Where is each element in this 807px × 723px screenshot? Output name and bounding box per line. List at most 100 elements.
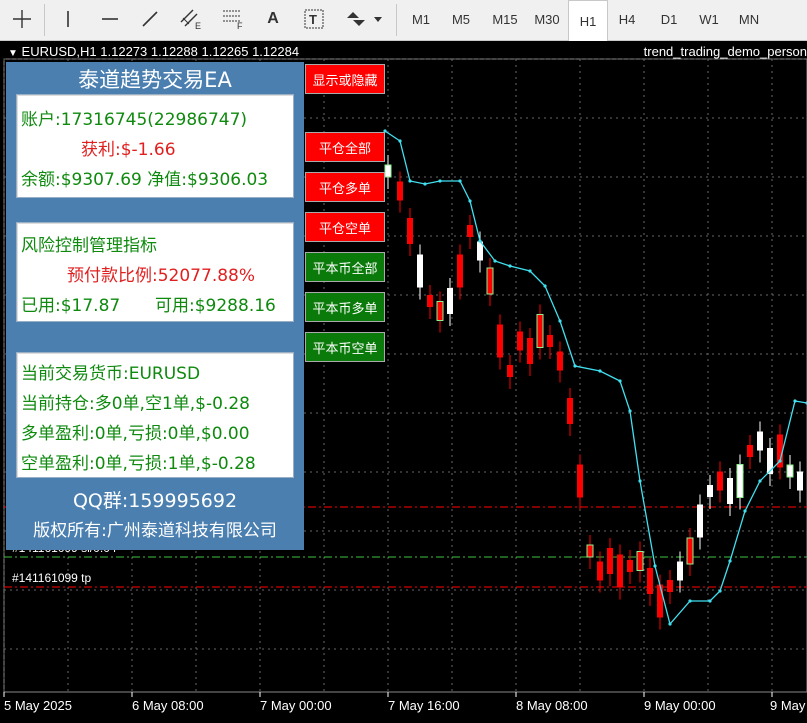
timeframe-w1-button[interactable]: W1 (690, 6, 728, 32)
horizontal-line-icon[interactable] (96, 6, 124, 32)
crosshair-icon[interactable] (8, 6, 36, 32)
chart-title: ▼ EURUSD,H1 1.12273 1.12288 1.12265 1.12… (8, 44, 299, 59)
candle-body (617, 554, 623, 588)
trailing-stop-dot (668, 622, 672, 626)
balance-label: 余额: (21, 170, 61, 190)
trailing-stop-dot (508, 264, 512, 268)
trailing-stop-dot (618, 379, 622, 383)
equity-value: $9306.03 (187, 170, 269, 190)
timeframe-d1-button[interactable]: D1 (650, 6, 688, 32)
free-label: 可用: (155, 296, 195, 316)
candle-body (407, 218, 413, 244)
candle-body (486, 267, 494, 295)
long-label: 多单盈利: (21, 424, 95, 444)
x-label: 6 May 08:00 (132, 698, 204, 713)
trailing-stop-dot (758, 479, 762, 483)
timeframe-m1-button[interactable]: M1 (402, 6, 440, 32)
risk-title: 风险控制管理指标 (21, 236, 157, 256)
trailing-stop-dot (528, 269, 532, 273)
balance-row: 余额:$9307.69 净值:$9306.03 (21, 165, 268, 190)
margin-free-row: 可用:$9288.16 (155, 291, 276, 316)
equidistant-channel-icon[interactable]: E (176, 6, 206, 32)
candle-body (667, 580, 673, 592)
candle-body (457, 254, 463, 288)
timeframe-m30-button[interactable]: M30 (526, 6, 568, 32)
short-value: 0单,亏损:1单,$-0.28 (94, 454, 256, 474)
candle-body (727, 478, 733, 504)
positions-value: 多0单,空1单,$-0.28 (94, 394, 250, 414)
qq-group: QQ群:159995692 (72, 490, 238, 512)
margin-ratio-row: 预付款比例:52077.88% (67, 261, 255, 286)
candle-body (467, 225, 473, 237)
close-short-button[interactable]: 平仓空单 (305, 212, 385, 242)
timeframe-mn-button[interactable]: MN (730, 6, 768, 32)
trailing-stop-line (384, 130, 807, 626)
text-tool-icon[interactable]: A (260, 6, 286, 32)
candle-body (707, 485, 713, 497)
profit-row: 获利:$-1.66 (81, 135, 176, 160)
short-label: 空单盈利: (21, 454, 95, 474)
trailing-stop-dot (708, 599, 712, 603)
candle-body (757, 431, 763, 451)
arrows-dropdown-icon[interactable] (342, 6, 386, 32)
equity-label: 净值: (147, 170, 187, 190)
symbol-row: 当前交易货币:EURUSD (21, 359, 200, 384)
trailing-stop-dot (793, 399, 797, 403)
svg-text:F: F (237, 21, 243, 30)
positions-row: 当前持仓:多0单,空1单,$-0.28 (21, 389, 250, 414)
chart-title-text: EURUSD,H1 1.12273 1.12288 1.12265 1.1228… (21, 44, 300, 59)
x-label: 8 May 08:00 (516, 698, 588, 713)
toggle-panel-button[interactable]: 显示或隐藏 (305, 64, 385, 94)
profit-value: $-1.66 (120, 140, 176, 160)
fibonacci-icon[interactable]: F (218, 6, 248, 32)
trailing-stop-dot (628, 409, 632, 413)
margin-ratio-label: 预付款比例: (67, 266, 158, 286)
chart-menu-icon[interactable]: ▼ (8, 48, 18, 59)
candle-body (517, 331, 523, 351)
trailing-stop-dot (718, 589, 722, 593)
trailing-stop-dot (558, 319, 562, 323)
candle-body (536, 314, 544, 348)
x-label: 7 May 00:00 (260, 698, 332, 713)
candle-body (657, 584, 663, 618)
trailing-stop-dot (438, 179, 442, 183)
close-all-button[interactable]: 平仓全部 (305, 132, 385, 162)
candle-body (597, 561, 603, 581)
position-box: 当前交易货币:EURUSD 当前持仓:多0单,空1单,$-0.28 多单盈利: 0… (16, 352, 294, 478)
text-label-icon[interactable]: T (300, 6, 328, 32)
account-row: 账户:17316745(22986747) (21, 105, 247, 130)
tp-line-label: #141161099 tp (12, 571, 92, 585)
breakeven-long-button[interactable]: 平本币多单 (305, 292, 385, 322)
timeframe-h1-button[interactable]: H1 (568, 0, 608, 41)
x-label: 9 May 00:00 (644, 698, 716, 713)
candle-body (717, 471, 723, 491)
profit-label: 获利: (81, 140, 121, 160)
x-label: 5 May 2025 (4, 698, 72, 713)
ea-info-panel: 泰道趋势交易EA 账户:17316745(22986747) 获利:$-1.66… (6, 62, 304, 550)
candle-body (397, 181, 403, 201)
timeframe-m5-button[interactable]: M5 (442, 6, 480, 32)
symbol-label: 当前交易货币: (21, 364, 129, 384)
candle-body (797, 471, 803, 491)
candle-body (427, 295, 433, 307)
toolbar-separator (44, 4, 45, 36)
trendline-icon[interactable] (136, 6, 164, 32)
trailing-stop-dot (408, 179, 412, 183)
x-label: 9 May (770, 698, 806, 713)
candle-body (636, 551, 644, 571)
trailing-stop-dot (728, 559, 732, 563)
short-row: 空单盈利:0单,亏损:1单,$-0.28 (21, 449, 256, 474)
vertical-line-icon[interactable] (56, 6, 80, 32)
candle-body (686, 537, 694, 565)
trailing-stop-dot (638, 479, 642, 483)
margin-ratio-value: 52077.88% (157, 266, 256, 286)
close-long-button[interactable]: 平仓多单 (305, 172, 385, 202)
breakeven-all-button[interactable]: 平本币全部 (305, 252, 385, 282)
breakeven-short-button[interactable]: 平本币空单 (305, 332, 385, 362)
trailing-stop-dot (478, 239, 482, 243)
candle-body (647, 568, 653, 594)
timeframe-h4-button[interactable]: H4 (608, 6, 646, 32)
ea-name: trend_trading_demo_person (643, 44, 807, 59)
timeframe-m15-button[interactable]: M15 (484, 6, 526, 32)
candle-body (677, 561, 683, 581)
